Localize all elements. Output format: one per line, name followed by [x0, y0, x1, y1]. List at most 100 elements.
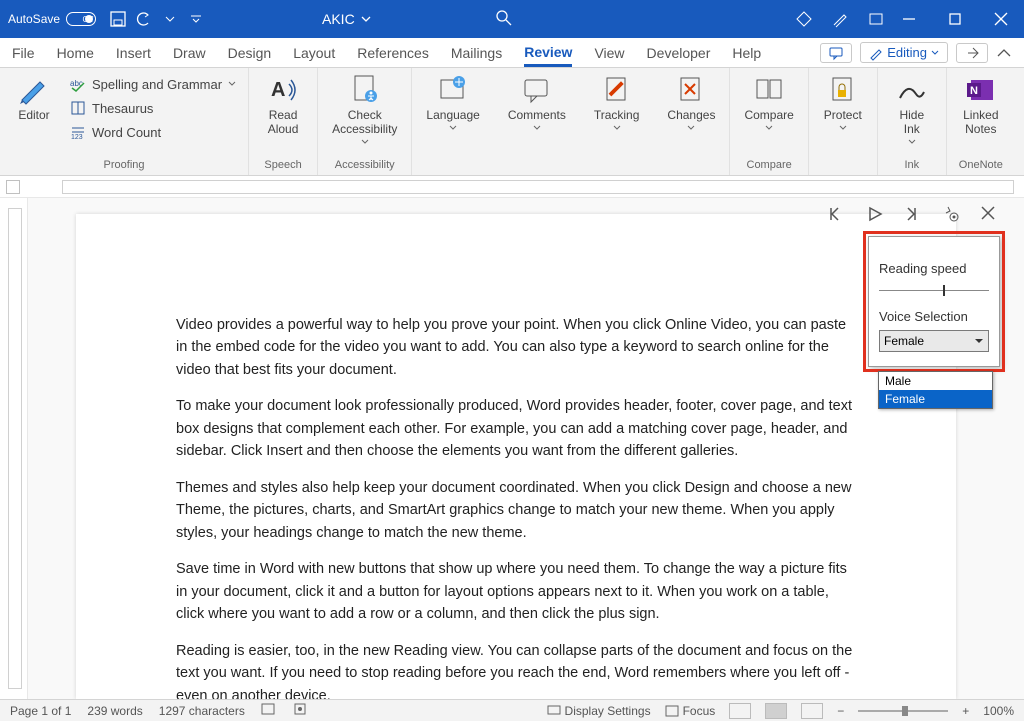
qat-dropdown-icon[interactable]: [162, 11, 178, 27]
chevron-down-icon: [765, 124, 773, 132]
group-proofing: Editor abcSpelling and Grammar Thesaurus…: [0, 68, 249, 175]
tab-view[interactable]: View: [594, 41, 624, 65]
chevron-down-icon: [361, 14, 371, 24]
zoom-out-button[interactable]: −: [837, 704, 844, 718]
changes-button[interactable]: Changes: [661, 72, 721, 134]
tab-mailings[interactable]: Mailings: [451, 41, 502, 65]
diamond-icon[interactable]: [796, 11, 812, 27]
macro-status-icon[interactable]: [293, 702, 309, 719]
collapse-ribbon-icon[interactable]: [996, 44, 1012, 61]
zoom-in-button[interactable]: +: [962, 704, 969, 718]
print-layout-button[interactable]: [765, 703, 787, 719]
spelling-grammar-button[interactable]: abcSpelling and Grammar: [66, 74, 240, 94]
thesaurus-button[interactable]: Thesaurus: [66, 98, 240, 118]
read-mode-button[interactable]: [729, 703, 751, 719]
read-aloud-button[interactable]: A Read Aloud: [257, 72, 309, 138]
undo-icon[interactable]: [136, 11, 152, 27]
autosave-state: Off: [66, 12, 96, 26]
linked-notes-button[interactable]: N Linked Notes: [955, 72, 1007, 138]
tab-review[interactable]: Review: [524, 40, 572, 67]
chevron-down-icon: [361, 138, 369, 146]
document-title[interactable]: AKIC: [322, 11, 371, 27]
read-aloud-settings-popup: Reading speed Voice Selection Female Mal…: [868, 236, 1000, 367]
chevron-down-icon: [839, 124, 847, 132]
display-settings-button[interactable]: Display Settings: [547, 704, 651, 718]
next-button[interactable]: [904, 205, 924, 225]
document-page[interactable]: Video provides a powerful way to help yo…: [76, 214, 956, 699]
minimize-button[interactable]: [886, 0, 932, 38]
compare-icon: [753, 74, 785, 106]
quick-access-toolbar: [110, 11, 204, 27]
tab-developer[interactable]: Developer: [647, 41, 711, 65]
reading-speed-label: Reading speed: [879, 261, 989, 276]
page-number[interactable]: Page 1 of 1: [10, 704, 71, 718]
maximize-button[interactable]: [932, 0, 978, 38]
focus-button[interactable]: Focus: [665, 704, 716, 718]
group-language: Language: [412, 68, 493, 175]
share-button[interactable]: [956, 43, 988, 63]
zoom-level[interactable]: 100%: [983, 704, 1014, 718]
close-button[interactable]: [978, 0, 1024, 38]
title-bar: AutoSave Off AKIC: [0, 0, 1024, 38]
compare-button[interactable]: Compare: [738, 72, 799, 134]
voice-selection-options: Male Female: [878, 371, 993, 409]
comment-icon: [521, 74, 553, 106]
qat-overflow-icon[interactable]: [188, 11, 204, 27]
comments-button[interactable]: Comments: [502, 72, 572, 134]
hide-ink-button[interactable]: Hide Ink: [886, 72, 938, 148]
group-tracking: Tracking: [580, 68, 654, 175]
autosave-toggle[interactable]: AutoSave Off: [8, 12, 96, 26]
voice-selection-dropdown[interactable]: Female: [879, 330, 989, 352]
status-bar: Page 1 of 1 239 words 1297 characters Di…: [0, 699, 1024, 721]
voice-option-female[interactable]: Female: [879, 390, 992, 408]
group-speech: A Read Aloud Speech: [249, 68, 318, 175]
comments-pane-button[interactable]: [820, 43, 852, 63]
protect-button[interactable]: Protect: [817, 72, 869, 134]
tab-insert[interactable]: Insert: [116, 41, 151, 65]
tab-design[interactable]: Design: [228, 41, 272, 65]
search-button[interactable]: [496, 10, 512, 29]
word-count-button[interactable]: 123Word Count: [66, 122, 240, 142]
zoom-slider[interactable]: [858, 710, 948, 712]
group-protect: Protect: [809, 68, 878, 175]
editor-button[interactable]: Editor: [8, 72, 60, 124]
group-comments: Comments: [494, 68, 580, 175]
search-icon: [496, 10, 512, 26]
word-count[interactable]: 239 words: [87, 704, 142, 718]
horizontal-ruler[interactable]: [0, 176, 1024, 198]
play-button[interactable]: [866, 205, 886, 225]
pencil-icon: [869, 46, 883, 60]
tracking-button[interactable]: Tracking: [588, 72, 646, 134]
ink-icon: [896, 74, 928, 106]
focus-icon: [665, 705, 679, 717]
voice-option-male[interactable]: Male: [879, 372, 992, 390]
language-button[interactable]: Language: [420, 72, 485, 134]
tab-references[interactable]: References: [357, 41, 429, 65]
tab-layout[interactable]: Layout: [293, 41, 335, 65]
spell-check-status-icon[interactable]: [261, 702, 277, 719]
char-count[interactable]: 1297 characters: [159, 704, 245, 718]
tab-help[interactable]: Help: [732, 41, 761, 65]
lock-icon: [827, 74, 859, 106]
paragraph: Save time in Word with new buttons that …: [176, 558, 856, 625]
window-icon[interactable]: [868, 11, 884, 27]
monitor-icon: [547, 705, 561, 717]
svg-text:A: A: [271, 79, 285, 101]
editing-mode-button[interactable]: Editing: [860, 42, 948, 63]
web-layout-button[interactable]: [801, 703, 823, 719]
word-count-icon: 123: [70, 124, 86, 140]
tab-file[interactable]: File: [12, 41, 35, 65]
vertical-ruler[interactable]: [0, 198, 28, 699]
settings-button[interactable]: [942, 205, 962, 225]
chevron-down-icon: [687, 124, 695, 132]
close-read-aloud-button[interactable]: [980, 205, 1000, 225]
tab-draw[interactable]: Draw: [173, 41, 206, 65]
reading-speed-slider[interactable]: [879, 290, 989, 291]
pencil-sparkle-icon[interactable]: [832, 11, 848, 27]
check-accessibility-button[interactable]: Check Accessibility: [326, 72, 403, 148]
tab-home[interactable]: Home: [57, 41, 94, 65]
accessibility-icon: [349, 74, 381, 106]
save-icon[interactable]: [110, 11, 126, 27]
gear-icon: [942, 205, 960, 223]
previous-button[interactable]: [828, 205, 848, 225]
